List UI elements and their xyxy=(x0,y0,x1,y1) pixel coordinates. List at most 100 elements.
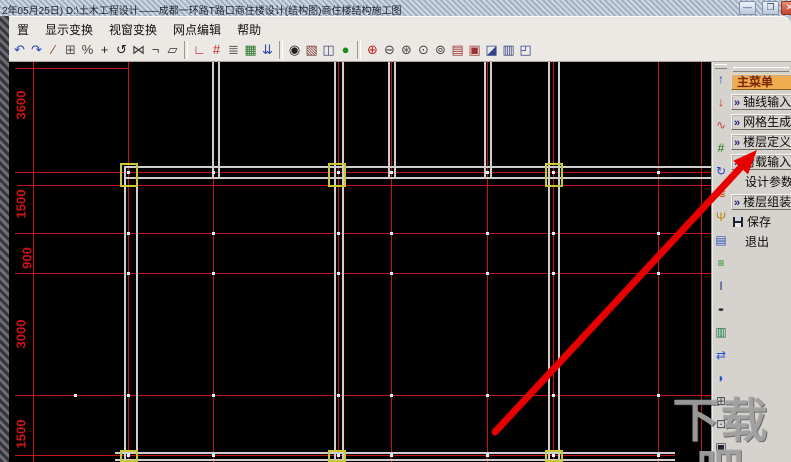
wall-line xyxy=(558,62,560,462)
side-menu-label: 设计参数 xyxy=(745,175,791,189)
copy-pages-icon[interactable]: ▤ xyxy=(714,232,729,249)
left-edge-hatch xyxy=(0,16,9,462)
arrow-up-icon[interactable]: ↑ xyxy=(714,71,729,88)
restore-button[interactable]: ❐ xyxy=(762,1,779,15)
side-menu-item-5[interactable]: » 楼层组装 xyxy=(731,194,791,210)
dimension-tick xyxy=(15,172,39,173)
wall-line xyxy=(334,62,336,462)
grid-node xyxy=(390,454,393,457)
panel-grip[interactable] xyxy=(733,67,789,72)
mirror-icon[interactable]: ⋈ xyxy=(130,41,147,59)
side-menu-label: 网格生成 xyxy=(743,115,791,129)
side-menu-label: 楼层组装 xyxy=(743,195,791,209)
menu-item-4[interactable]: 帮助 xyxy=(229,18,269,40)
main-menu-button[interactable]: 主菜单 xyxy=(731,74,791,90)
minimize-button[interactable]: — xyxy=(739,1,756,15)
wall-line xyxy=(490,62,492,177)
chevron-right-icon: » xyxy=(734,117,741,129)
toolbar-grip[interactable] xyxy=(715,64,727,69)
side-menu-item-1[interactable]: » 网格生成 xyxy=(731,114,791,130)
ellipse-icon[interactable]: ● xyxy=(714,305,729,314)
axis-line-vertical xyxy=(128,62,129,462)
wall-line xyxy=(212,62,214,177)
wing-brush-icon[interactable]: ◗ xyxy=(714,370,729,387)
menu-item-0[interactable]: 置 xyxy=(9,18,37,40)
zoom-dynamic-icon[interactable]: ⊛ xyxy=(398,41,415,59)
delete-doc-icon[interactable]: ▤ xyxy=(449,41,466,59)
toolbar-separator xyxy=(184,41,188,59)
close-button[interactable]: ✕ xyxy=(781,1,791,15)
side-menu-item-6[interactable]: 保存 xyxy=(731,214,791,230)
grid-node xyxy=(390,171,393,174)
lightning-icon[interactable]: ≋ xyxy=(714,186,729,203)
delete-window-icon[interactable]: ▣ xyxy=(466,41,483,59)
column-marker xyxy=(328,163,346,187)
grid-edit-icon[interactable]: ⊞ xyxy=(714,393,729,410)
axis-line-vertical xyxy=(487,62,488,462)
axis-line-vertical xyxy=(391,62,392,462)
grid-node xyxy=(212,454,215,457)
grid-node xyxy=(486,454,489,457)
polygon-icon[interactable]: ▱ xyxy=(164,41,181,59)
axis-line-vertical xyxy=(338,62,339,462)
axis-grid-icon[interactable]: # xyxy=(208,41,225,59)
axis-bend-icon[interactable]: ∟ xyxy=(191,41,208,59)
grid-node xyxy=(337,232,340,235)
menu-item-2[interactable]: 视窗变换 xyxy=(101,18,165,40)
side-menu-panel: 主菜单 » 轴线输入» 网格生成» 楼层定义» 荷载输入 设计参数» 楼层组装 保存 退出 xyxy=(729,62,791,462)
rotate-icon[interactable]: ↺ xyxy=(113,41,130,59)
fragment-grid-icon[interactable]: ⊞ xyxy=(62,41,79,59)
down-arrows-icon[interactable]: ⇊ xyxy=(259,41,276,59)
axe-tool-icon[interactable]: Ψ xyxy=(714,209,729,226)
form-icon[interactable]: ▥ xyxy=(500,41,517,59)
redo-smiley-icon[interactable]: ↻ xyxy=(714,163,729,180)
drawing-viewport[interactable]: 3600 1500 900 3000 1500 xyxy=(9,62,711,462)
mirror-line-icon[interactable]: ¬ xyxy=(147,41,164,59)
grid-node xyxy=(486,232,489,235)
grid-node xyxy=(337,394,340,397)
grid-node xyxy=(552,171,555,174)
raster-icon[interactable]: ▦ xyxy=(242,41,259,59)
zoom-out-icon[interactable]: ⊖ xyxy=(381,41,398,59)
side-menu-item-7[interactable]: 退出 xyxy=(731,234,791,250)
redo-icon[interactable]: ↷ xyxy=(28,41,45,59)
zoom-window-icon[interactable]: ⊕ xyxy=(364,41,381,59)
erase-icon[interactable]: ∕ xyxy=(45,41,62,59)
scale-icon[interactable]: % xyxy=(79,41,96,59)
wall-line xyxy=(124,166,711,168)
render-ball-icon[interactable]: ● xyxy=(337,41,354,59)
side-menu-item-0[interactable]: » 轴线输入 xyxy=(731,94,791,110)
menu-item-1[interactable]: 显示变换 xyxy=(37,18,101,40)
region-edit-icon[interactable]: ⊡ xyxy=(714,416,729,433)
ibeam-icon[interactable]: I xyxy=(714,278,729,295)
box3d-icon[interactable]: ▧ xyxy=(303,41,320,59)
line-list-icon[interactable]: ≣ xyxy=(225,41,242,59)
box3d-2-icon[interactable]: ◫ xyxy=(320,41,337,59)
side-menu-item-4[interactable]: 设计参数 xyxy=(731,174,791,190)
book-icon[interactable]: ▥ xyxy=(714,324,729,341)
wall-line xyxy=(218,62,220,177)
node-link-icon[interactable]: ∿ xyxy=(714,117,729,134)
move-icon[interactable]: + xyxy=(96,41,113,59)
window-edit-icon[interactable]: ◰ xyxy=(517,41,534,59)
arrow-down-icon[interactable]: ↓ xyxy=(714,94,729,111)
save-view-icon[interactable]: ▣ xyxy=(714,439,729,456)
axis-line-vertical xyxy=(658,62,659,462)
menu-bar: 置显示变换 视窗变换 网点编辑 帮助 xyxy=(9,18,791,38)
dimension-tick xyxy=(15,68,39,69)
side-menu-item-3[interactable]: » 荷载输入 xyxy=(731,154,791,170)
side-menu-item-2[interactable]: » 楼层定义 xyxy=(731,134,791,150)
swap-arrows-icon[interactable]: ⇄ xyxy=(714,347,729,364)
layers-icon[interactable]: ≡ xyxy=(714,255,729,272)
side-menu-label: 退出 xyxy=(745,235,770,249)
grid-icon[interactable]: # xyxy=(714,140,729,157)
pan-icon[interactable]: ⊚ xyxy=(432,41,449,59)
zoom-query-icon[interactable]: ⊙ xyxy=(415,41,432,59)
edit-icon[interactable]: ◪ xyxy=(483,41,500,59)
menu-item-3[interactable]: 网点编辑 xyxy=(165,18,229,40)
undo-icon[interactable]: ↶ xyxy=(11,41,28,59)
grid-node xyxy=(212,232,215,235)
chevron-right-icon: » xyxy=(734,97,741,109)
grid-node xyxy=(390,272,393,275)
compass-icon[interactable]: ◉ xyxy=(286,41,303,59)
